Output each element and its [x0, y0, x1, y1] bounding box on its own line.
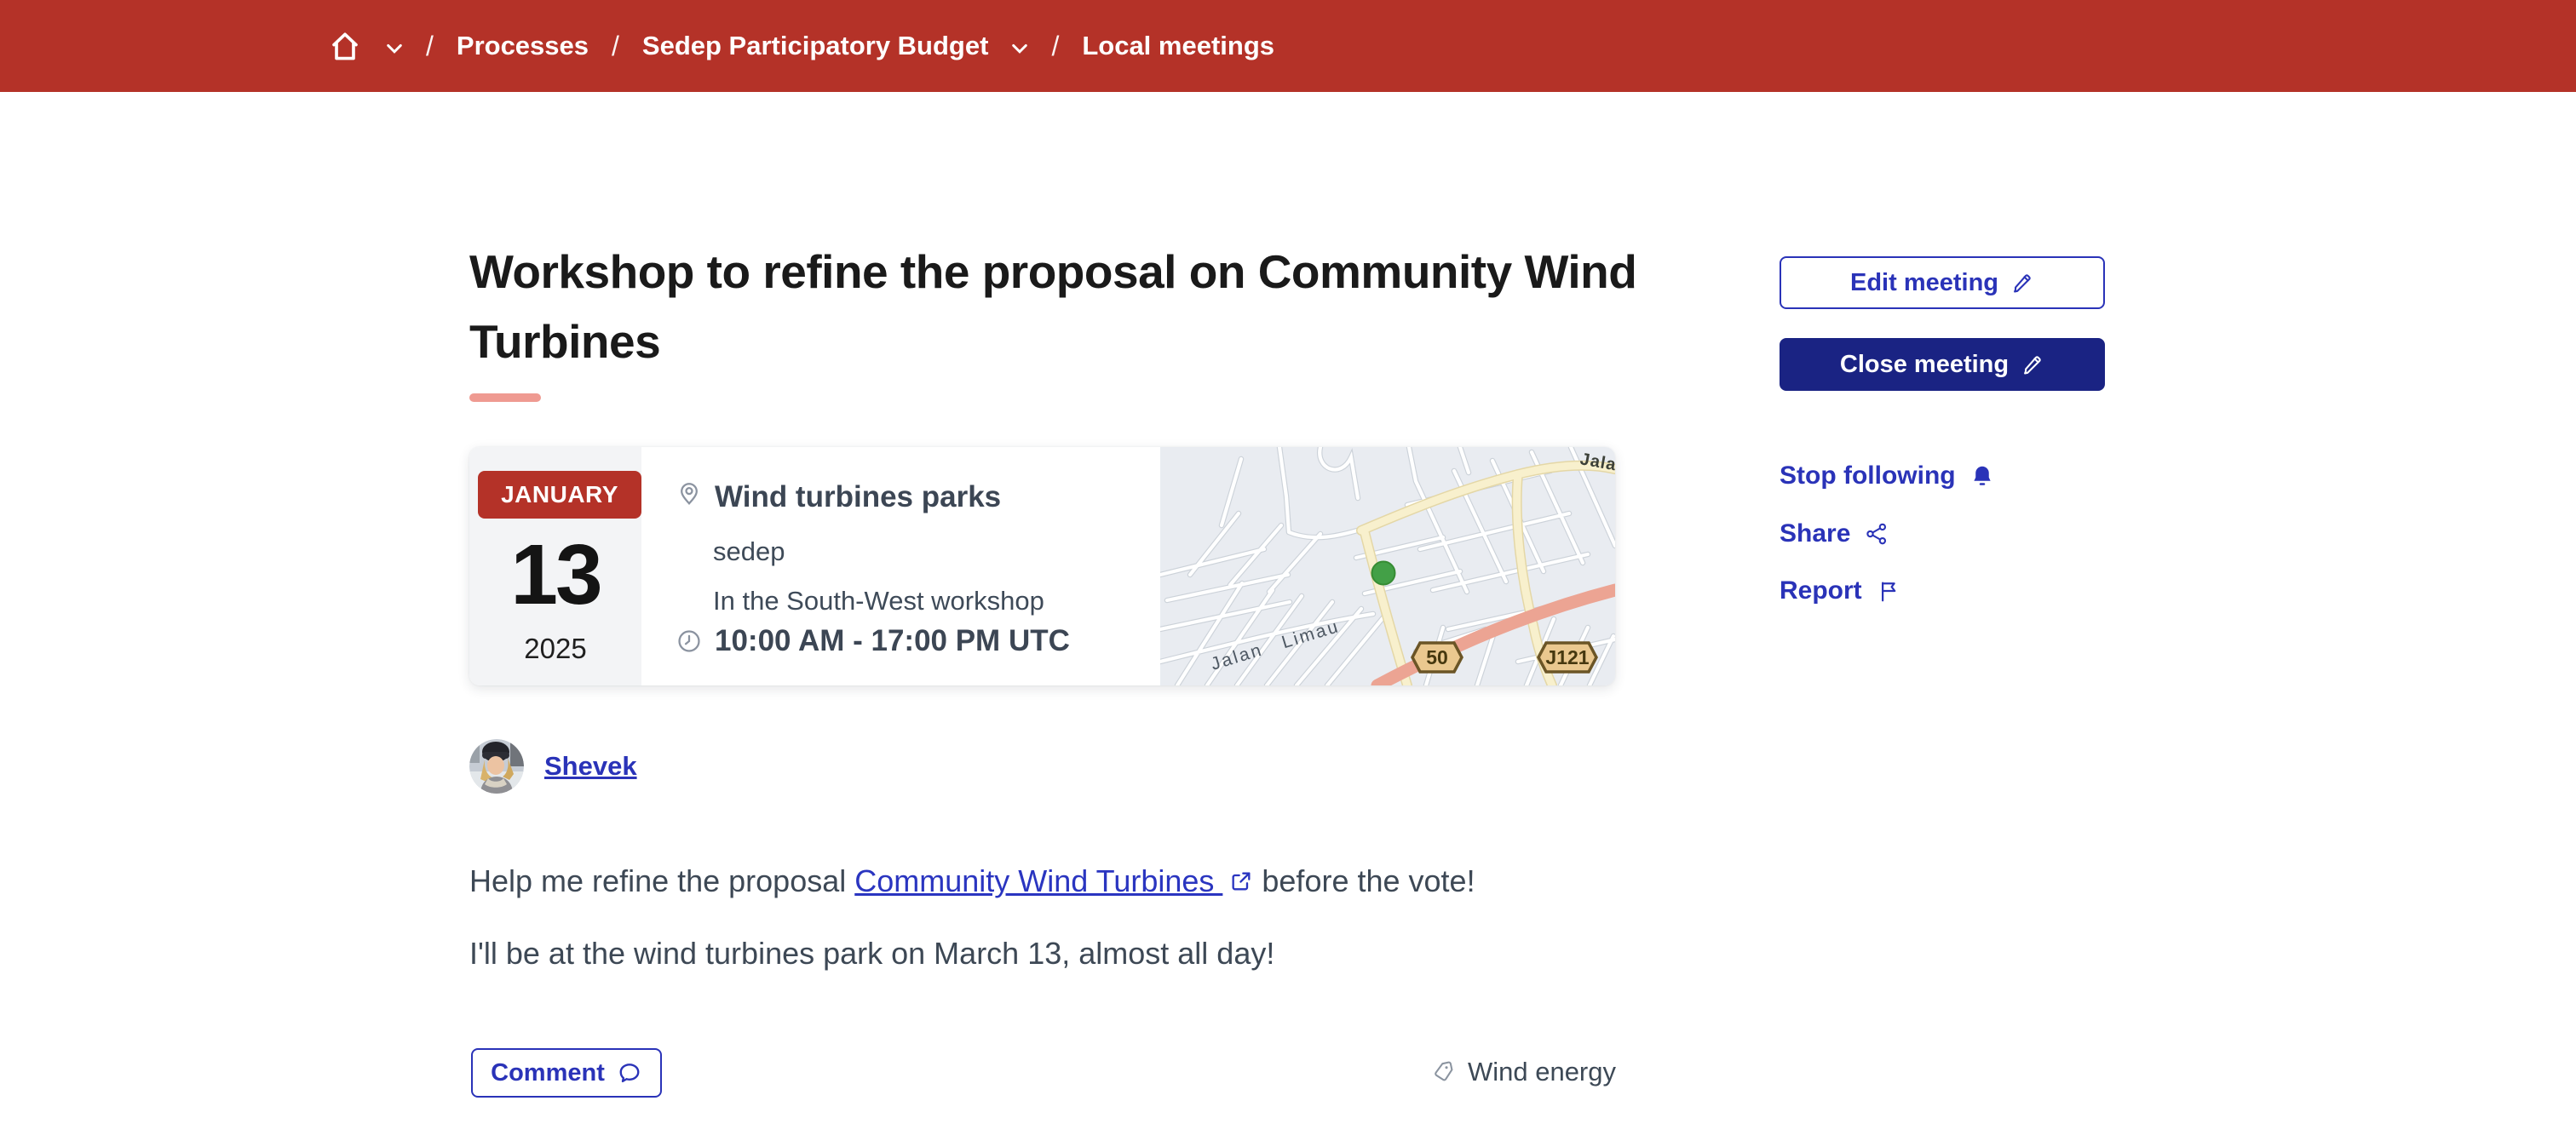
stop-following-link[interactable]: Stop following	[1780, 459, 1995, 493]
meeting-details-block: Wind turbines parks sedep In the South-W…	[641, 447, 1160, 685]
clock-icon	[676, 628, 703, 655]
meeting-description-line1: Help me refine the proposal Community Wi…	[469, 862, 1475, 901]
edit-meeting-label: Edit meeting	[1849, 268, 1998, 296]
author-row: Shevek	[469, 739, 637, 794]
map-marker-dot[interactable]	[1371, 560, 1396, 586]
breadcrumb-local-meetings[interactable]: Local meetings	[1082, 31, 1274, 61]
map-pin-icon	[676, 479, 703, 507]
home-link[interactable]	[327, 28, 363, 64]
comment-bubble-icon	[617, 1060, 642, 1086]
flag-icon	[1876, 578, 1901, 604]
proposal-link[interactable]: Community Wind Turbines	[854, 863, 1222, 898]
breadcrumb-bar: / Processes / Sedep Participatory Budget…	[0, 0, 2576, 92]
share-nodes-icon	[1864, 521, 1889, 547]
report-label: Report	[1780, 576, 1862, 605]
breadcrumb-process-name[interactable]: Sedep Participatory Budget	[642, 31, 989, 61]
breadcrumb-separator: /	[1051, 30, 1060, 61]
share-link[interactable]: Share	[1780, 517, 1889, 551]
map-route-badge-label: 50	[1426, 646, 1448, 668]
pencil-icon	[2021, 353, 2044, 376]
meeting-location-org: sedep	[713, 536, 785, 566]
meeting-description-line2: I'll be at the wind turbines park on Mar…	[469, 936, 1275, 971]
author-avatar[interactable]	[469, 739, 524, 794]
bell-icon	[1969, 463, 1995, 489]
comment-button-label: Comment	[491, 1058, 605, 1087]
close-meeting-button[interactable]: Close meeting	[1780, 338, 2105, 391]
category-tag[interactable]: Wind energy	[1430, 1057, 1616, 1087]
home-icon	[327, 28, 363, 64]
process-dropdown-chevron-icon[interactable]	[1011, 43, 1028, 54]
description-text: Help me refine the proposal	[469, 863, 855, 898]
meeting-year: 2025	[524, 633, 587, 664]
edit-meeting-button[interactable]: Edit meeting	[1780, 256, 2105, 309]
breadcrumb-processes[interactable]: Processes	[457, 31, 589, 61]
map-route-badge-label: J121	[1545, 646, 1589, 668]
meeting-day: 13	[510, 527, 602, 622]
tag-icon	[1430, 1059, 1457, 1086]
author-name-link[interactable]: Shevek	[544, 751, 637, 782]
description-text: before the vote!	[1253, 863, 1475, 898]
external-link-icon	[1229, 869, 1253, 893]
meeting-location-detail: In the South-West workshop	[713, 585, 1044, 616]
meeting-info-card: JANUARY 13 2025 Wind turbines parks sede…	[469, 447, 1615, 685]
comment-button[interactable]: Comment	[471, 1048, 662, 1098]
breadcrumb-separator: /	[426, 30, 434, 61]
report-link[interactable]: Report	[1780, 574, 1901, 608]
pencil-icon	[2010, 271, 2034, 295]
meeting-location-name: Wind turbines parks	[715, 480, 1002, 513]
tag-label: Wind energy	[1467, 1057, 1616, 1087]
close-meeting-label: Close meeting	[1839, 350, 2010, 378]
location-map[interactable]: Jalan Limau Jala 50 J121	[1160, 447, 1615, 685]
meeting-date-block: JANUARY 13 2025	[469, 447, 641, 685]
meeting-time: 10:00 AM - 17:00 PM UTC	[715, 624, 1070, 657]
share-label: Share	[1780, 519, 1851, 548]
page-title: Workshop to refine the proposal on Commu…	[469, 245, 1637, 368]
breadcrumb-separator: /	[612, 30, 619, 61]
meeting-month-badge: JANUARY	[478, 471, 641, 519]
stop-following-label: Stop following	[1780, 462, 1956, 490]
title-accent-bar	[469, 393, 541, 402]
home-dropdown-chevron-icon[interactable]	[386, 43, 403, 54]
